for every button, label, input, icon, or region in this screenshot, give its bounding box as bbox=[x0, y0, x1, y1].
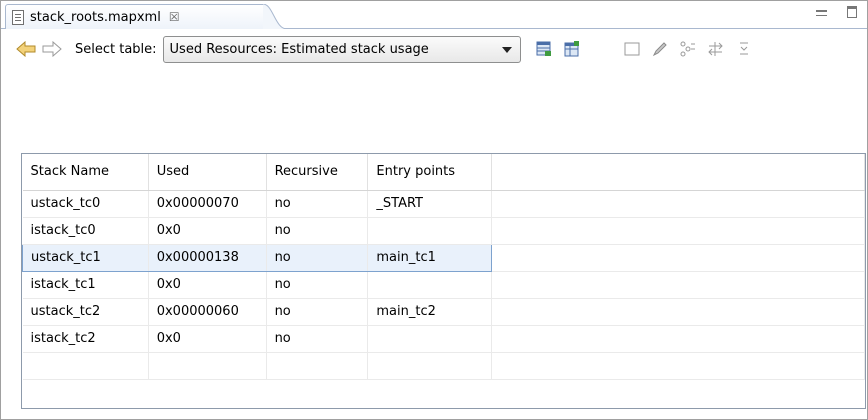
file-icon bbox=[12, 9, 24, 25]
minimize-icon[interactable] bbox=[816, 10, 827, 16]
cell-filler bbox=[491, 190, 865, 218]
cell-entry-points: main_tc2 bbox=[367, 298, 493, 326]
back-arrow-icon[interactable] bbox=[15, 40, 37, 58]
sort-icon[interactable] bbox=[707, 40, 725, 58]
cell-used: 0x0 bbox=[148, 325, 267, 353]
table-row[interactable]: istack_tc2 0x0 no bbox=[22, 325, 865, 353]
cell-filler bbox=[491, 243, 865, 272]
table-row[interactable]: ustack_tc0 0x00000070 no _START bbox=[22, 190, 865, 218]
cell-recursive: no bbox=[266, 243, 369, 272]
table-row[interactable]: istack_tc0 0x0 no bbox=[22, 217, 865, 245]
stack-table: Stack Name Used Recursive Entry points u… bbox=[21, 153, 866, 409]
pen-icon[interactable] bbox=[651, 40, 669, 58]
cell-used: 0x00000070 bbox=[148, 190, 267, 218]
cell-entry-points bbox=[367, 217, 493, 245]
window-controls bbox=[816, 6, 857, 18]
table-row-selected[interactable]: ustack_tc1 0x00000138 no main_tc1 bbox=[22, 243, 865, 272]
column-header-stack-name[interactable]: Stack Name bbox=[22, 154, 149, 191]
cell-recursive: no bbox=[266, 217, 369, 245]
cell-stack-name: ustack_tc2 bbox=[22, 298, 149, 326]
cell-filler bbox=[491, 217, 865, 245]
forward-arrow-icon[interactable] bbox=[41, 40, 63, 58]
cell-recursive: no bbox=[266, 190, 369, 218]
tab-title: stack_roots.mapxml bbox=[30, 9, 161, 25]
cell-used: 0x0 bbox=[148, 217, 267, 245]
table-row-empty bbox=[22, 352, 865, 380]
column-header-entry-points[interactable]: Entry points bbox=[367, 154, 493, 191]
table-select[interactable]: Used Resources: Estimated stack usage bbox=[162, 35, 521, 63]
cell-stack-name: istack_tc1 bbox=[22, 271, 149, 299]
filter-icon[interactable] bbox=[735, 40, 753, 58]
column-header-recursive[interactable]: Recursive bbox=[266, 154, 369, 191]
cell-recursive: no bbox=[266, 271, 369, 299]
cell-stack-name: istack_tc0 bbox=[22, 217, 149, 245]
maximize-icon[interactable] bbox=[847, 6, 857, 18]
column-header-filler bbox=[491, 154, 865, 191]
select-table-label: Select table: bbox=[75, 41, 157, 57]
cell-entry-points: main_tc1 bbox=[367, 243, 493, 272]
tab-strip: stack_roots.mapxml ☒ bbox=[1, 1, 867, 29]
cell-used: 0x0 bbox=[148, 271, 267, 299]
table-import-icon[interactable] bbox=[563, 40, 581, 58]
tab-curve bbox=[263, 4, 287, 29]
cell-entry-points: _START bbox=[367, 190, 493, 218]
cell-used: 0x00000060 bbox=[148, 298, 267, 326]
cell-recursive: no bbox=[266, 298, 369, 326]
cell-filler bbox=[491, 298, 865, 326]
table-row[interactable]: ustack_tc2 0x00000060 no main_tc2 bbox=[22, 298, 865, 326]
table-select-value: Used Resources: Estimated stack usage bbox=[169, 41, 429, 57]
cell-entry-points bbox=[367, 325, 493, 353]
cell-stack-name: ustack_tc1 bbox=[22, 243, 149, 272]
cell-recursive: no bbox=[266, 325, 369, 353]
cell-used: 0x00000138 bbox=[148, 243, 267, 272]
column-header-used[interactable]: Used bbox=[148, 154, 267, 191]
cell-filler bbox=[491, 325, 865, 353]
toolbar: Select table: Used Resources: Estimated … bbox=[1, 31, 867, 67]
close-tab-icon[interactable]: ☒ bbox=[169, 10, 180, 24]
table-export-icon[interactable] bbox=[535, 40, 553, 58]
table-header-row: Stack Name Used Recursive Entry points bbox=[22, 154, 865, 191]
cell-filler bbox=[491, 271, 865, 299]
cell-entry-points bbox=[367, 271, 493, 299]
chevron-down-icon bbox=[501, 46, 512, 53]
editor-pane: stack_roots.mapxml ☒ Select table: Used … bbox=[0, 0, 868, 420]
cell-stack-name: ustack_tc0 bbox=[22, 190, 149, 218]
cell-stack-name: istack_tc2 bbox=[22, 325, 149, 353]
blank-panel-icon[interactable] bbox=[623, 40, 641, 58]
tree-view-icon[interactable] bbox=[679, 40, 697, 58]
table-row[interactable]: istack_tc1 0x0 no bbox=[22, 271, 865, 299]
tab-stack-roots[interactable]: stack_roots.mapxml ☒ bbox=[5, 4, 265, 29]
